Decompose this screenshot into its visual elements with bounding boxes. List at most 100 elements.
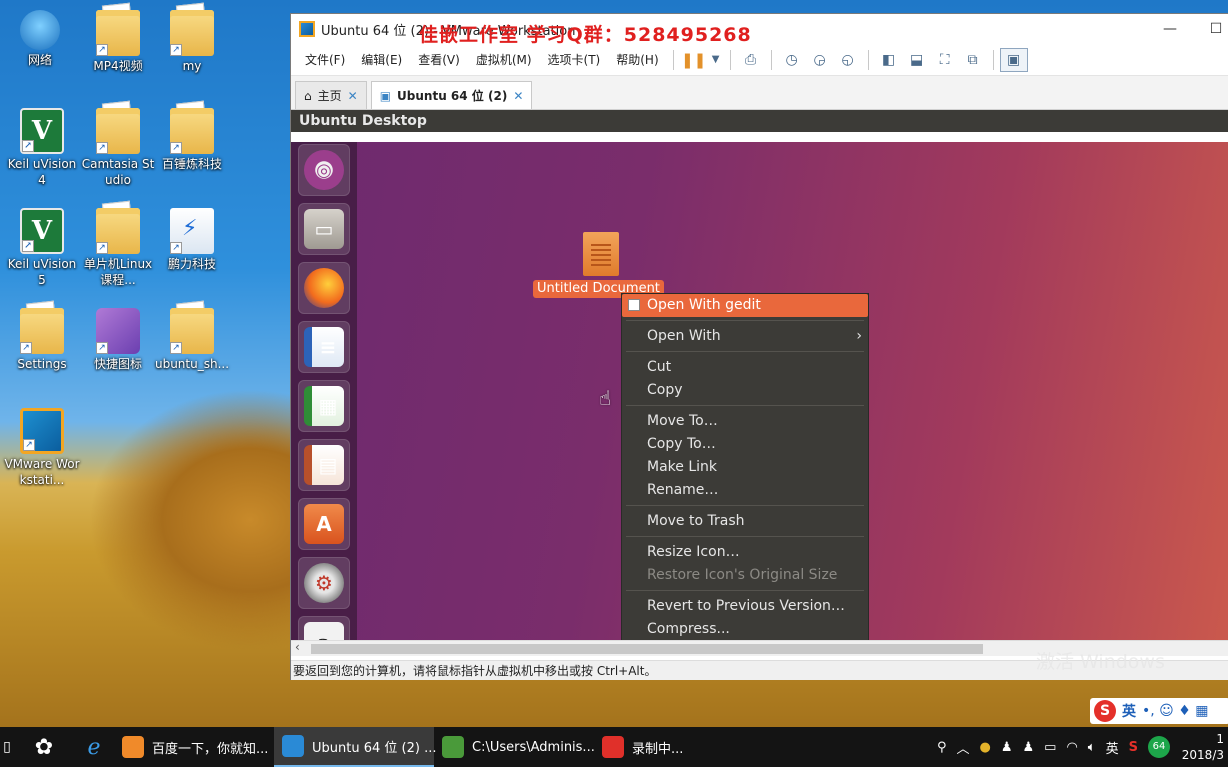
snapshot-icon[interactable]: ◷ xyxy=(778,48,806,72)
task-view-icon[interactable]: ✿ xyxy=(14,727,74,767)
ime-lang[interactable]: 英 xyxy=(1122,701,1136,721)
menu-help[interactable]: 帮助(H) xyxy=(608,51,666,68)
desktop-icon[interactable]: ↗ Settings xyxy=(4,308,80,372)
pause-icon[interactable]: ❚❚ xyxy=(680,48,708,72)
menu-item[interactable]: Open With › xyxy=(622,325,868,348)
ie-icon[interactable]: ℯ xyxy=(74,727,114,767)
activate-windows-text: 激活 Windows xyxy=(1036,651,1165,673)
desktop-icon[interactable]: 网络 xyxy=(2,10,78,68)
desktop-icon[interactable]: V ↗ Keil uVision5 xyxy=(4,208,80,288)
desktop-icon[interactable]: ↗ ubuntu_sh... xyxy=(154,308,230,372)
launcher-calc[interactable]: ▦ xyxy=(298,380,350,432)
launcher-impress[interactable]: ▤ xyxy=(298,439,350,491)
tab-ubuntu[interactable]: ▣ Ubuntu 64 位 (2) ✕ xyxy=(370,81,533,109)
taskbar-app[interactable]: Ubuntu 64 位 (2) ... xyxy=(274,727,436,767)
menu-item[interactable]: Compress... xyxy=(622,618,868,640)
start-icon[interactable]: ▯ xyxy=(0,727,14,767)
text-document-icon[interactable] xyxy=(583,232,619,276)
menu-item-label: Compress... xyxy=(647,621,730,637)
people-icon[interactable]: ⚲ xyxy=(937,740,947,755)
battery-icon[interactable]: ▭ xyxy=(1044,740,1056,755)
taskbar-app[interactable]: C:\Users\Adminis... xyxy=(434,727,595,767)
menu-item[interactable]: Move To… xyxy=(622,410,868,433)
chevron-up-icon[interactable]: ︿ xyxy=(956,738,969,757)
menu-item[interactable]: Move to Trash xyxy=(622,510,868,533)
menu-separator xyxy=(622,402,868,410)
scroll-thumb[interactable] xyxy=(311,644,983,654)
console-view-icon[interactable]: ▣ xyxy=(999,47,1028,72)
menu-item[interactable]: Rename… xyxy=(622,479,868,502)
menu-file[interactable]: 文件(F) xyxy=(297,51,353,68)
ime-toolbar[interactable]: S 英 •, ☺ ♦ ▦ xyxy=(1090,698,1228,724)
menu-item[interactable]: Open With gedit xyxy=(622,294,868,317)
full-screen-icon[interactable]: ⛶ xyxy=(931,48,959,72)
menu-item[interactable]: Cut xyxy=(622,356,868,379)
volume-icon[interactable]: 🔈︎ xyxy=(1088,740,1096,755)
revert-snapshot-icon[interactable]: ◶ xyxy=(806,48,834,72)
tab-home[interactable]: ⌂ 主页 ✕ xyxy=(295,81,367,109)
shortcut-arrow-icon: ↗ xyxy=(22,140,34,152)
menu-item[interactable]: Copy xyxy=(622,379,868,402)
launcher-amazon[interactable]: a xyxy=(298,616,350,640)
desktop-icon[interactable]: ↗ MP4视频 xyxy=(80,10,156,74)
taskbar-app-label: 百度一下，你就知... xyxy=(152,741,269,757)
launcher-software[interactable]: A xyxy=(298,498,350,550)
scroll-left-icon[interactable]: ‹ xyxy=(295,640,300,654)
taskbar-app[interactable]: 录制中... xyxy=(594,727,754,767)
launcher-firefox[interactable] xyxy=(298,262,350,314)
menu-item-label: Resize Icon… xyxy=(647,544,740,560)
desktop-icon-label: 单片机Linux课程... xyxy=(83,257,153,287)
tray-lang[interactable]: 英 xyxy=(1106,738,1119,757)
launcher-writer[interactable]: ≡ xyxy=(298,321,350,373)
desktop-icon-label: ubuntu_sh... xyxy=(154,357,230,371)
menu-item[interactable]: Make Link xyxy=(622,456,868,479)
clock[interactable]: 1 2018/3 xyxy=(1180,731,1224,763)
toolbar-separator xyxy=(729,49,731,70)
badge-64[interactable]: 64 xyxy=(1148,736,1170,758)
ubuntu-desktop[interactable]: ◎▭≡▦▤A⚙a Untitled Document Open With ged… xyxy=(291,142,1228,640)
thumbnail-bar-icon[interactable]: ⬓ xyxy=(903,48,931,72)
app-icon xyxy=(602,736,624,758)
show-library-icon[interactable]: ◧ xyxy=(875,48,903,72)
desktop-icon[interactable]: ↗ 快捷图标 xyxy=(80,308,156,372)
chrome-icon[interactable]: ● xyxy=(980,740,991,755)
snapshot-manager-icon[interactable]: ◵ xyxy=(834,48,862,72)
wifi-icon[interactable]: ◠ xyxy=(1066,740,1077,755)
shortcut-arrow-icon: ↗ xyxy=(20,342,32,354)
menu-item[interactable]: Copy To… xyxy=(622,433,868,456)
desktop-icon[interactable]: ↗ 单片机Linux课程... xyxy=(80,208,156,288)
launcher-dash[interactable]: ◎ xyxy=(298,144,350,196)
taskbar-app[interactable]: 百度一下，你就知... xyxy=(114,727,274,767)
sogou-icon[interactable]: S xyxy=(1094,700,1116,722)
sogou-tray-icon[interactable]: S xyxy=(1129,740,1138,755)
qq-icon[interactable]: ♟ xyxy=(1001,740,1013,755)
chevron-down-icon[interactable]: ▼ xyxy=(708,48,724,72)
send-ctrl-alt-del-icon[interactable]: ⎙ xyxy=(737,48,765,72)
desktop-icon[interactable]: ↗ VMware Workstati... xyxy=(4,408,80,488)
shortcut-arrow-icon: ↗ xyxy=(96,142,108,154)
tab-label: Ubuntu 64 位 (2) xyxy=(397,89,508,103)
menu-edit[interactable]: 编辑(E) xyxy=(353,51,410,68)
desktop-icon[interactable]: ↗ Camtasia Studio xyxy=(80,108,156,188)
unity-icon[interactable]: ⧉ xyxy=(959,48,987,72)
minimize-button[interactable]: — xyxy=(1147,14,1193,44)
desktop-icon[interactable]: ↗ my xyxy=(154,10,230,74)
launcher-files[interactable]: ▭ xyxy=(298,203,350,255)
menu-item[interactable]: Resize Icon… xyxy=(622,541,868,564)
menu-item-label: Move To… xyxy=(647,413,718,429)
ime-tools[interactable]: •, ☺ ♦ ▦ xyxy=(1142,703,1208,719)
menu-item[interactable]: Revert to Previous Version… xyxy=(622,595,868,618)
desktop-icon[interactable]: ↗ 百锤炼科技 xyxy=(154,108,230,172)
menu-tabs[interactable]: 选项卡(T) xyxy=(540,51,609,68)
desktop-icon[interactable]: ↗ 鹏力科技 xyxy=(154,208,230,272)
menu-vm[interactable]: 虚拟机(M) xyxy=(468,51,540,68)
desktop-icon-label: Keil uVision5 xyxy=(7,257,77,287)
qq-icon[interactable]: ♟ xyxy=(1023,740,1035,755)
close-icon[interactable]: ✕ xyxy=(513,89,523,103)
desktop-icon[interactable]: V ↗ Keil uVision4 xyxy=(4,108,80,188)
launcher-settings[interactable]: ⚙ xyxy=(298,557,350,609)
menu-view[interactable]: 查看(V) xyxy=(410,51,468,68)
folder-icon: ↗ xyxy=(96,208,140,254)
maximize-button[interactable]: ☐ xyxy=(1193,14,1228,44)
close-icon[interactable]: ✕ xyxy=(348,89,358,103)
